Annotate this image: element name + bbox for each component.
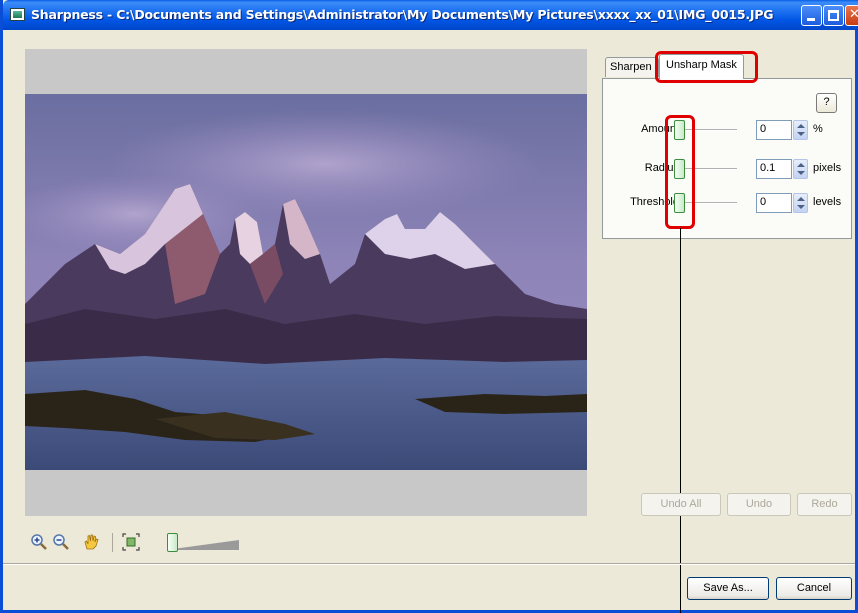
zoom-slider-thumb[interactable] bbox=[167, 533, 178, 552]
maximize-button[interactable] bbox=[823, 5, 844, 26]
amount-field[interactable]: 0 bbox=[756, 120, 792, 140]
tab-unsharp-mask-label: Unsharp Mask bbox=[666, 59, 737, 71]
amount-spinner[interactable] bbox=[793, 120, 808, 140]
unsharp-mask-panel: ? Amount 0 % Radius 0.1 pixels Threshold… bbox=[602, 78, 852, 239]
title-bar[interactable]: Sharpness - C:\Documents and Settings\Ad… bbox=[3, 0, 858, 30]
zoom-slider-track[interactable] bbox=[173, 540, 239, 550]
zoom-out-icon[interactable] bbox=[52, 533, 70, 551]
fit-to-window-icon[interactable] bbox=[122, 533, 140, 551]
threshold-spinner[interactable] bbox=[793, 193, 808, 213]
tab-sharpen-label: Sharpen bbox=[610, 61, 652, 73]
save-as-button[interactable]: Save As... bbox=[687, 577, 769, 600]
tab-sharpen[interactable]: Sharpen bbox=[605, 57, 659, 77]
undo-button[interactable]: Undo bbox=[727, 493, 791, 516]
radius-row: Radius 0.1 pixels bbox=[603, 159, 853, 179]
minimize-button[interactable] bbox=[801, 5, 822, 26]
amount-unit: % bbox=[813, 123, 823, 135]
tab-unsharp-mask[interactable]: Unsharp Mask bbox=[659, 54, 744, 79]
slider-highlight-box bbox=[665, 115, 695, 229]
footer-divider bbox=[3, 563, 855, 565]
app-icon bbox=[10, 8, 25, 21]
threshold-unit: levels bbox=[813, 196, 842, 208]
help-button[interactable]: ? bbox=[816, 93, 837, 113]
radius-spinner[interactable] bbox=[793, 159, 808, 179]
image-preview-area[interactable] bbox=[25, 49, 587, 516]
preview-photo bbox=[25, 94, 587, 470]
toolbar-separator bbox=[112, 533, 113, 552]
threshold-row: Threshold 0 levels bbox=[603, 193, 853, 213]
callout-line bbox=[680, 228, 681, 613]
cancel-button[interactable]: Cancel bbox=[776, 577, 852, 600]
radius-unit: pixels bbox=[813, 162, 842, 174]
radius-field[interactable]: 0.1 bbox=[756, 159, 792, 179]
zoom-toolbar bbox=[30, 532, 250, 554]
window-title: Sharpness - C:\Documents and Settings\Ad… bbox=[31, 7, 774, 22]
close-button[interactable] bbox=[845, 5, 858, 26]
redo-button[interactable]: Redo bbox=[797, 493, 852, 516]
undo-all-button[interactable]: Undo All bbox=[641, 493, 721, 516]
threshold-field[interactable]: 0 bbox=[756, 193, 792, 213]
zoom-in-icon[interactable] bbox=[30, 533, 48, 551]
hand-icon[interactable] bbox=[82, 533, 100, 551]
amount-row: Amount 0 % bbox=[603, 120, 853, 140]
